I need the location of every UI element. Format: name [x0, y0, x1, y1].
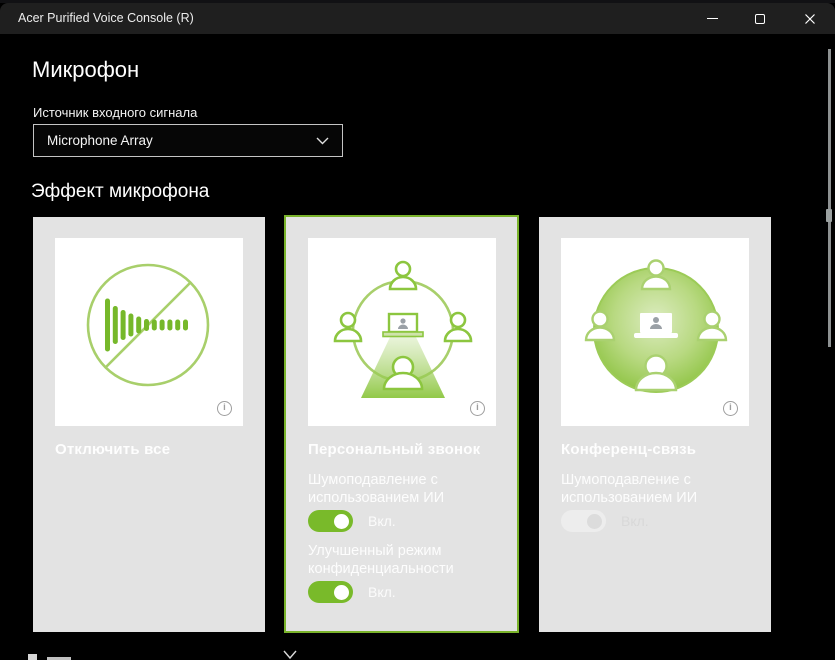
toggle-knob — [334, 514, 349, 529]
info-icon[interactable]: i — [217, 401, 232, 416]
ai-noise-suppression-toggle-disabled[interactable] — [561, 510, 606, 532]
card-icon-tile: i — [308, 238, 496, 426]
clipped-next-section-text — [28, 654, 37, 660]
close-button[interactable] — [787, 3, 833, 34]
input-source-label: Источник входного сигнала — [33, 105, 197, 120]
app-window: { "window": { "title": "Acer Purified Vo… — [0, 0, 835, 660]
close-icon — [804, 13, 816, 25]
info-icon[interactable]: i — [470, 401, 485, 416]
toggle-knob — [587, 514, 602, 529]
ai-noise-suppression-label: Шумоподавление с использованием ИИ — [308, 472, 504, 507]
info-icon[interactable]: i — [723, 401, 738, 416]
chevron-down-icon — [316, 137, 329, 145]
toggle-state-label: Вкл. — [621, 513, 649, 529]
page-title: Микрофон — [32, 57, 139, 83]
titlebar: Acer Purified Voice Console (R) — [0, 3, 835, 34]
minimize-button[interactable] — [689, 3, 735, 34]
toggle-knob — [334, 585, 349, 600]
conference-call-icon — [561, 238, 749, 426]
maximize-button[interactable] — [737, 3, 783, 34]
scrollbar-thumb[interactable] — [826, 209, 832, 222]
effects-heading: Эффект микрофона — [31, 181, 209, 203]
personal-call-icon — [308, 238, 496, 426]
toggle-state-label: Вкл. — [368, 513, 396, 529]
input-source-value: Microphone Array — [47, 133, 153, 148]
ai-noise-suppression-label: Шумоподавление с использованием ИИ — [561, 472, 757, 507]
vertical-scrollbar[interactable] — [828, 49, 831, 347]
window-title: Acer Purified Voice Console (R) — [18, 3, 194, 34]
card-title: Персональный звонок — [308, 441, 503, 458]
card-title: Конференц-связь — [561, 441, 756, 458]
ai-noise-suppression-toggle[interactable] — [308, 510, 353, 532]
muted-voice-waveform-icon — [55, 238, 243, 426]
privacy-mode-toggle[interactable] — [308, 581, 353, 603]
card-icon-tile: i — [55, 238, 243, 426]
privacy-mode-label: Улучшенный режим конфиденциальности — [308, 543, 504, 578]
input-source-dropdown[interactable]: Microphone Array — [33, 124, 343, 157]
card-icon-tile: i — [561, 238, 749, 426]
minimize-icon — [707, 18, 718, 19]
card-personal-call[interactable]: i Персональный звонок Шумоподавление с и… — [284, 215, 519, 633]
toggle-state-label: Вкл. — [368, 584, 396, 600]
card-disable-all[interactable]: i Отключить все — [33, 217, 265, 632]
maximize-icon — [755, 14, 765, 24]
card-conference-call[interactable]: i Конференц-связь Шумоподавление с испол… — [539, 217, 771, 632]
card-title: Отключить все — [55, 441, 250, 458]
clipped-chevron-down-icon — [283, 649, 297, 660]
